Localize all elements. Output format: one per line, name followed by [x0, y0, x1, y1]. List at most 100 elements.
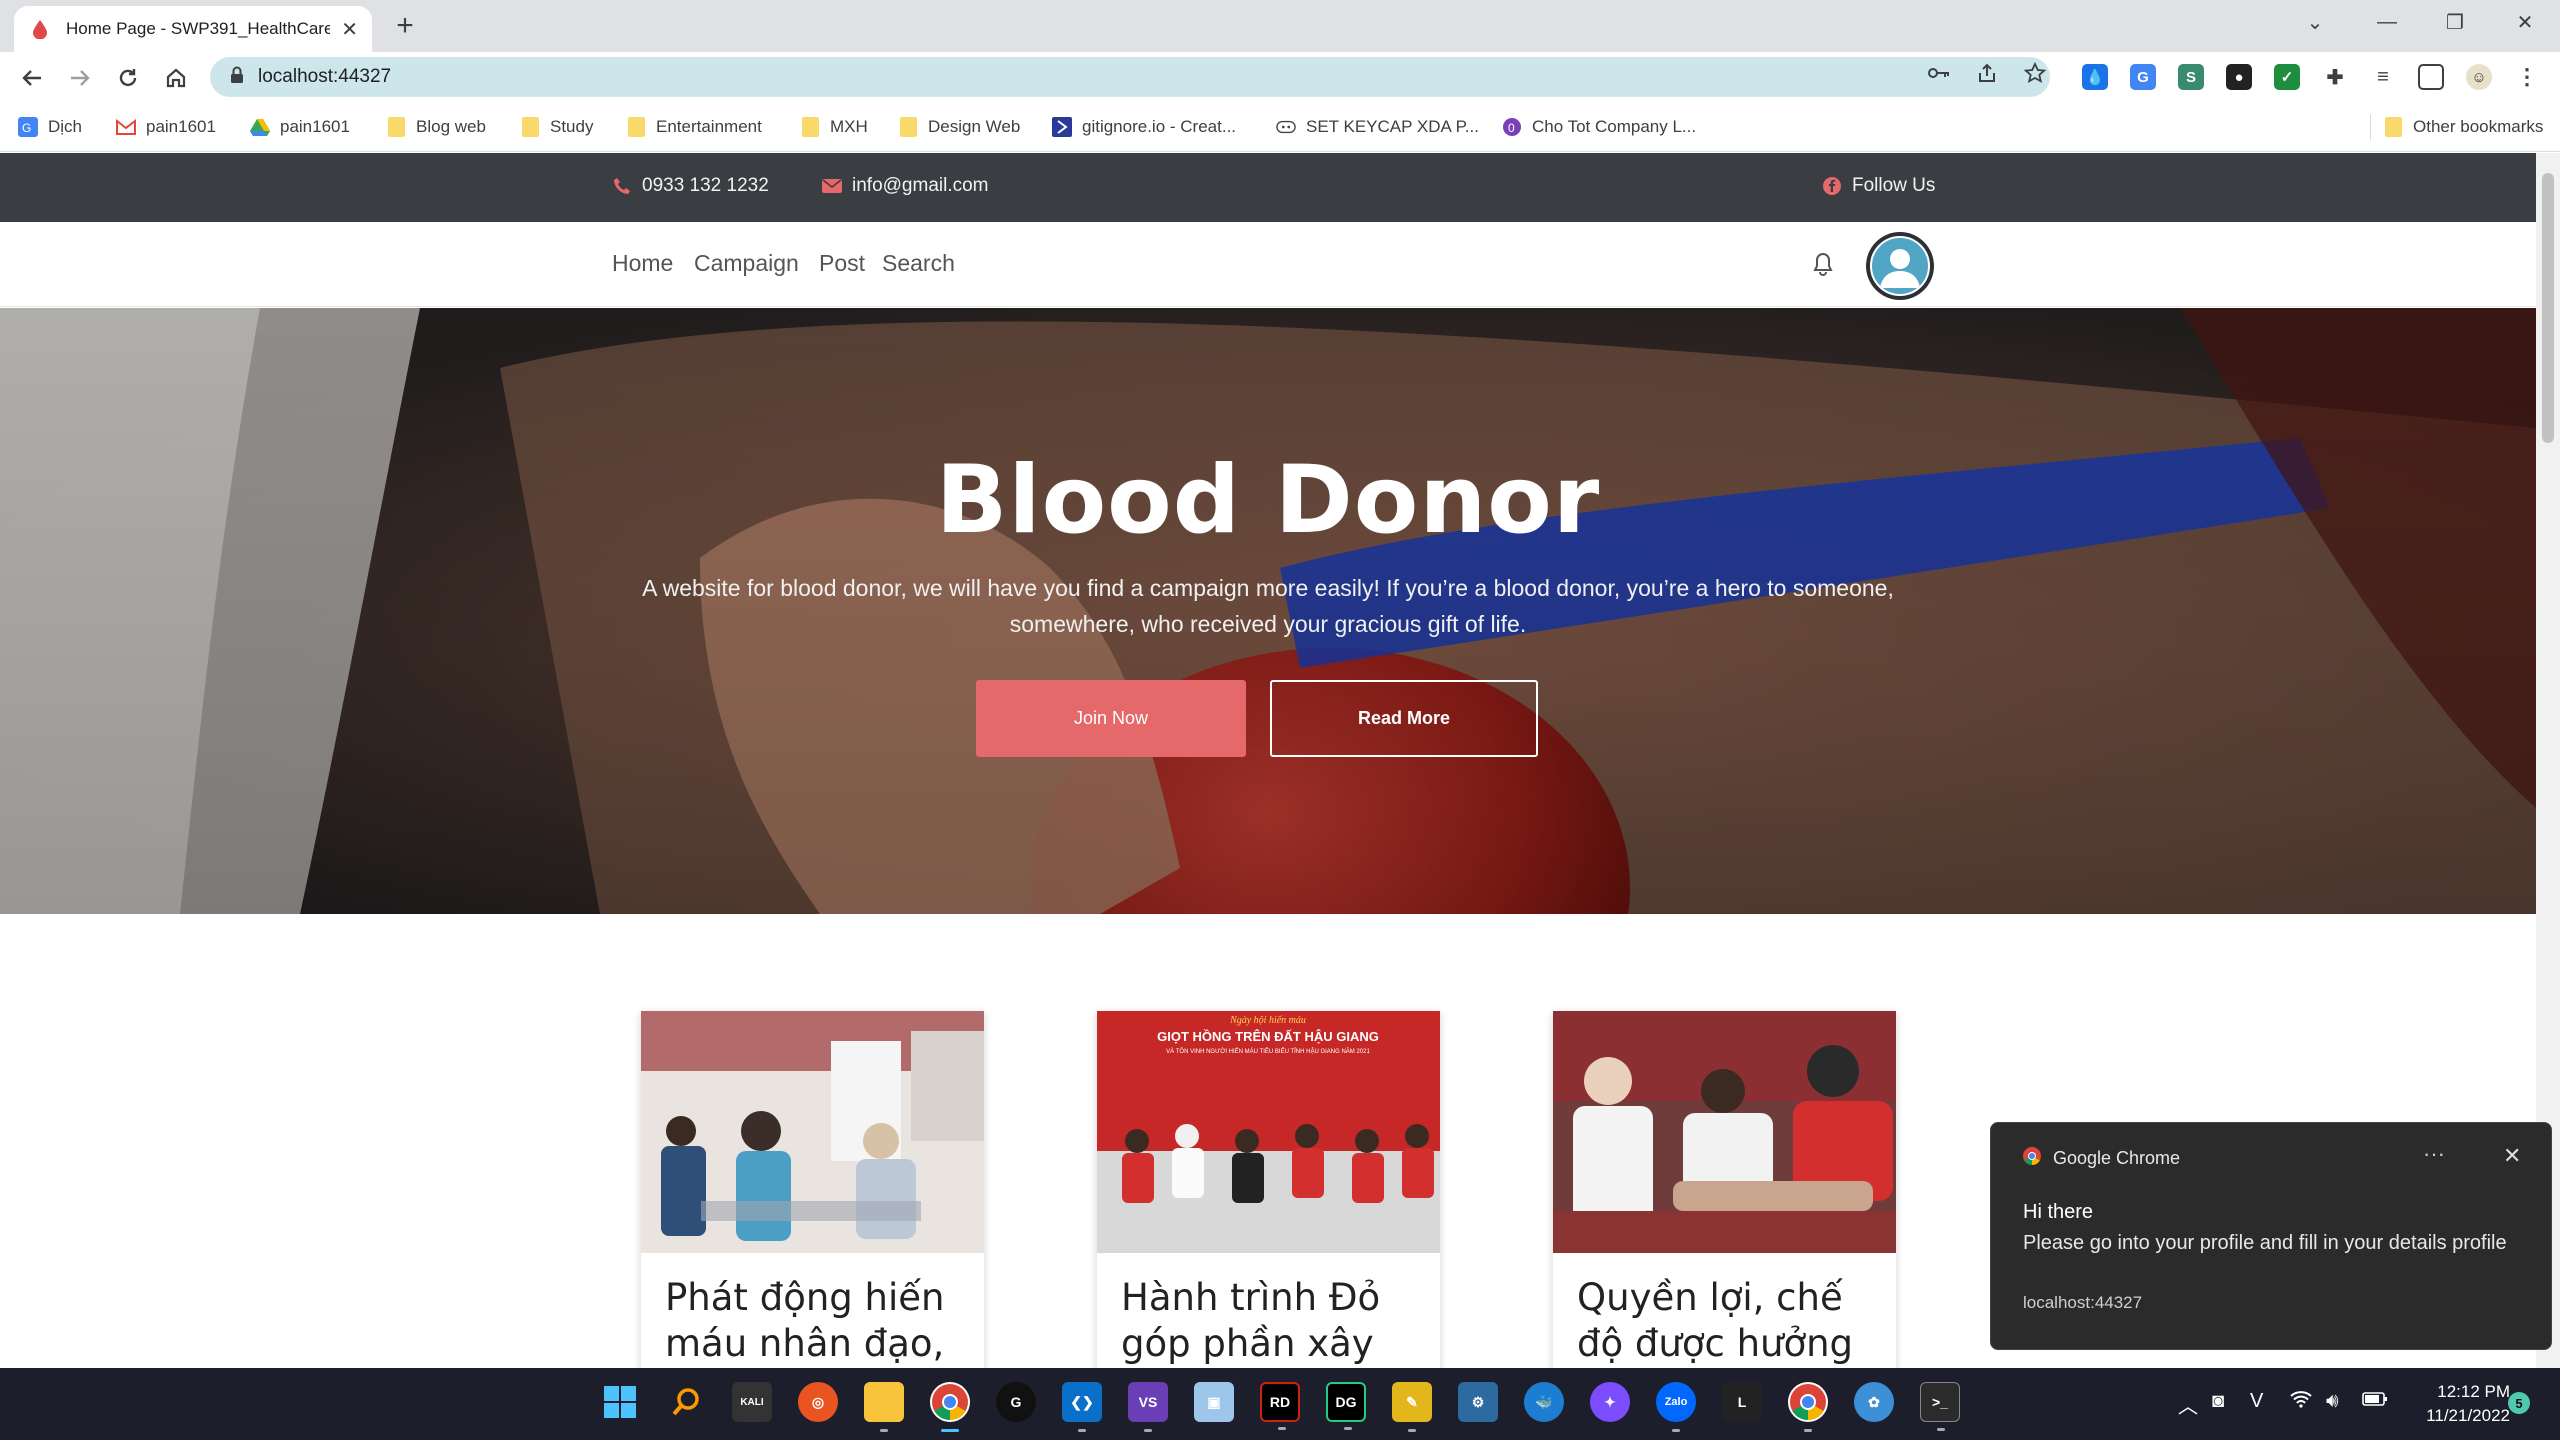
tray-app-icon[interactable]: ◙: [2212, 1390, 2224, 1413]
bookmark-item[interactable]: 0 Cho Tot Company L...: [1502, 114, 1696, 140]
bookmark-star-icon[interactable]: [2024, 62, 2046, 84]
forward-button[interactable]: [62, 60, 98, 96]
post-card[interactable]: Phát động hiến máu nhân đạo,: [641, 1011, 984, 1368]
chrome-menu-icon[interactable]: ⋮: [2514, 64, 2540, 90]
nav-home[interactable]: Home: [612, 250, 673, 277]
notification-close-icon[interactable]: ✕: [2503, 1143, 2521, 1169]
bookmark-folder[interactable]: Blog web: [386, 114, 486, 140]
address-bar[interactable]: localhost:44327: [210, 57, 2050, 97]
scrollbar-thumb[interactable]: [2542, 173, 2554, 443]
bookmark-item[interactable]: gitignore.io - Creat...: [1052, 114, 1236, 140]
post-card-image: [641, 1011, 984, 1253]
email-contact[interactable]: info@gmail.com: [822, 175, 989, 197]
lock-icon[interactable]: [230, 66, 244, 89]
bookmarks-bar: G Dịch pain1601 pain1601 Blog web Study E…: [0, 102, 2560, 152]
notification-more-icon[interactable]: ···: [2423, 1141, 2445, 1167]
home-button[interactable]: [158, 60, 194, 96]
file-explorer-icon[interactable]: [864, 1382, 904, 1432]
virtualbox-icon[interactable]: ▣: [1194, 1382, 1234, 1422]
ubuntu-icon[interactable]: ◎: [798, 1382, 838, 1422]
clock-date: 11/21/2022: [2426, 1406, 2510, 1425]
tab-search-chevron-icon[interactable]: ⌄: [2280, 0, 2350, 44]
league-icon[interactable]: L: [1722, 1382, 1762, 1422]
read-more-button[interactable]: Read More: [1270, 680, 1538, 757]
messenger-icon[interactable]: ✦: [1590, 1382, 1630, 1422]
nav-post[interactable]: Post: [819, 250, 865, 277]
bookmark-folder[interactable]: Study: [520, 114, 593, 140]
extension-s-icon[interactable]: S: [2178, 64, 2204, 90]
google-translate-icon[interactable]: G: [2130, 64, 2156, 90]
nav-campaign[interactable]: Campaign: [694, 250, 799, 277]
zalo-icon[interactable]: Zalo: [1656, 1382, 1696, 1432]
vscode-icon[interactable]: ❮❯: [1062, 1382, 1102, 1432]
key-icon[interactable]: [1928, 62, 1950, 84]
minimize-button[interactable]: —: [2352, 0, 2422, 44]
battery-icon[interactable]: [2362, 1390, 2388, 1413]
translate-icon: G: [18, 117, 38, 137]
join-now-button[interactable]: Join Now: [976, 680, 1246, 757]
search-icon[interactable]: [666, 1382, 706, 1422]
terminal-icon[interactable]: >_: [1920, 1382, 1960, 1431]
gitignore-icon: [1052, 117, 1072, 137]
back-button[interactable]: [14, 60, 50, 96]
svg-text:0: 0: [1508, 121, 1515, 135]
user-avatar[interactable]: [1866, 232, 1934, 300]
volume-icon[interactable]: 🔊︎: [2326, 1390, 2339, 1413]
other-bookmarks[interactable]: Other bookmarks: [2370, 114, 2543, 140]
chrome-notification[interactable]: Google Chrome ··· ✕ Hi there Please go i…: [1990, 1122, 2552, 1350]
docker-icon[interactable]: 🐳: [1524, 1382, 1564, 1422]
extension-mask-icon[interactable]: ●: [2226, 64, 2252, 90]
bookmark-folder[interactable]: MXH: [800, 114, 868, 140]
bookmark-folder[interactable]: Entertainment: [626, 114, 762, 140]
bookmark-item[interactable]: SET KEYCAP XDA P...: [1276, 114, 1479, 140]
profile-avatar-icon[interactable]: ☺: [2466, 64, 2492, 90]
contact-bar: 0933 132 1232 info@gmail.com Follow Us: [0, 153, 2536, 222]
notification-count-badge[interactable]: 5: [2508, 1392, 2530, 1414]
post-card-title: Quyền lợi, chế độ được hưởng: [1577, 1276, 1854, 1365]
notepad-icon[interactable]: ✎: [1392, 1382, 1432, 1432]
nav-search[interactable]: Search: [882, 250, 955, 277]
reload-button[interactable]: [110, 60, 146, 96]
bookmark-item[interactable]: pain1601: [116, 114, 216, 140]
extensions-puzzle-icon[interactable]: ✚: [2322, 64, 2348, 90]
follow-us-link[interactable]: Follow Us: [1822, 175, 1935, 197]
browser-tab[interactable]: Home Page - SWP391_HealthCare ✕: [14, 6, 372, 52]
chrome-logo-icon: [2023, 1147, 2041, 1170]
tab-title: Home Page - SWP391_HealthCare: [66, 19, 330, 38]
notification-source: localhost:44327: [2023, 1293, 2143, 1312]
share-icon[interactable]: [1976, 62, 1998, 84]
phone-contact[interactable]: 0933 132 1232: [612, 175, 769, 197]
taskbar-clock[interactable]: 12:12 PM 11/21/2022: [2400, 1380, 2510, 1428]
side-panel-icon[interactable]: [2418, 64, 2444, 90]
windows-start-icon[interactable]: [600, 1382, 640, 1422]
g-hub-icon[interactable]: G: [996, 1382, 1036, 1422]
paint-icon[interactable]: ✿: [1854, 1382, 1894, 1422]
notification-bell-icon[interactable]: [1812, 252, 1834, 281]
kali-icon[interactable]: KALI: [732, 1382, 772, 1422]
tray-v-icon[interactable]: V: [2250, 1390, 2263, 1413]
ssms-icon[interactable]: ⚙: [1458, 1382, 1498, 1422]
datagrip-icon[interactable]: DG: [1326, 1382, 1366, 1430]
chotot-icon: 0: [1502, 117, 1522, 137]
maximize-button[interactable]: ❐: [2420, 0, 2490, 44]
tab-close-icon[interactable]: ✕: [341, 17, 358, 42]
bookmark-item[interactable]: pain1601: [250, 114, 350, 140]
chrome-taskbar-icon[interactable]: [930, 1382, 970, 1432]
wifi-icon[interactable]: [2290, 1390, 2312, 1414]
folder-icon: [2383, 117, 2403, 137]
post-card[interactable]: Ngày hội hiến máu GIỌT HỒNG TRÊN ĐẤT HẬU…: [1097, 1011, 1440, 1368]
reading-list-icon[interactable]: ≡: [2370, 64, 2396, 90]
close-window-button[interactable]: ✕: [2490, 0, 2560, 44]
bookmark-item[interactable]: G Dịch: [18, 114, 82, 140]
bookmark-folder[interactable]: Design Web: [898, 114, 1020, 140]
tray-chevron-icon[interactable]: ︿: [2178, 1390, 2198, 1419]
post-card[interactable]: Quyền lợi, chế độ được hưởng: [1553, 1011, 1896, 1368]
chrome-profile-taskbar-icon[interactable]: [1788, 1382, 1828, 1432]
extension-drop-icon[interactable]: 💧: [2082, 64, 2108, 90]
windows-taskbar: KALI ◎ G ❮❯ VS ▣ RD DG ✎ ⚙ 🐳 ✦ Zalo L ✿ …: [0, 1368, 2560, 1440]
rider-icon[interactable]: RD: [1260, 1382, 1300, 1430]
extension-shield-icon[interactable]: ✓: [2274, 64, 2300, 90]
tab-strip: Home Page - SWP391_HealthCare ✕ + ⌄ — ❐ …: [0, 0, 2560, 52]
new-tab-button[interactable]: +: [388, 10, 422, 44]
visual-studio-icon[interactable]: VS: [1128, 1382, 1168, 1432]
